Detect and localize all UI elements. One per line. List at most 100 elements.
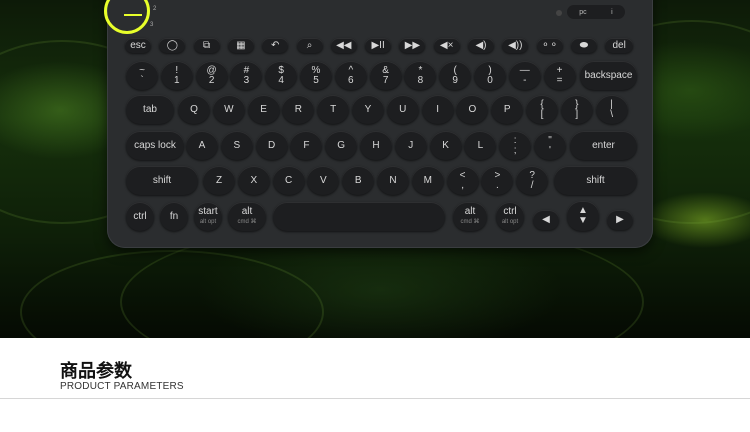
key-label: M <box>423 174 432 186</box>
key-label: I <box>436 103 439 115</box>
key: S <box>220 131 253 160</box>
key <box>273 202 445 231</box>
key-label: + <box>556 64 563 76</box>
key-label: | <box>610 98 613 110</box>
key: B <box>342 166 375 195</box>
key: $4 <box>265 61 298 90</box>
divider <box>0 398 750 399</box>
key-label: backspace <box>584 69 633 81</box>
key-sublabel: cmd ⌘ <box>237 218 257 225</box>
key-label: * <box>418 64 423 76</box>
key-label: ( <box>453 64 457 76</box>
key-label: > <box>494 169 501 181</box>
key-label: ctrl <box>133 210 147 222</box>
key-label: alt <box>241 205 253 217</box>
switch-label-pc: pc <box>579 8 587 16</box>
key-label: ◀◀ <box>336 39 352 51</box>
key: ◀ <box>533 210 559 230</box>
key-label: W <box>224 103 234 115</box>
key: — - <box>508 61 541 90</box>
key-label: Z <box>215 174 223 186</box>
key-label: ? <box>529 169 535 181</box>
key-sublabel: [ <box>540 108 544 120</box>
key-label: start <box>198 205 218 217</box>
key-label: R <box>294 103 302 115</box>
key-sublabel: 0 <box>487 74 493 86</box>
key: G <box>325 131 358 160</box>
key: ▲ ▼ <box>567 201 599 231</box>
key-label: X <box>250 174 258 186</box>
key: J <box>394 131 427 160</box>
key-label: O <box>468 103 477 115</box>
key-sublabel: \ <box>610 108 613 120</box>
key-sublabel: alt opt <box>501 218 519 225</box>
key-label: K <box>442 139 449 151</box>
key: ! 1 <box>160 61 193 90</box>
key: ◯ <box>159 38 186 53</box>
key-label: — <box>519 64 530 76</box>
key-label: ⚬⚬ <box>541 39 558 51</box>
section-subtitle: PRODUCT PARAMETERS <box>60 381 184 392</box>
key: :; <box>499 131 532 160</box>
key-sublabel: 7 <box>382 74 389 86</box>
key: ◀× <box>433 38 460 53</box>
key-label: shift <box>586 174 605 186</box>
key-label: ▶▶ <box>404 39 421 51</box>
key-sublabel: cmd ⌘ <box>460 218 480 225</box>
key: D <box>255 131 288 160</box>
key-label: J <box>408 139 414 151</box>
key: | \ <box>595 95 628 124</box>
key-label: ⬬ <box>579 39 589 51</box>
key-label: V <box>320 174 327 186</box>
key: + = <box>543 61 576 90</box>
key: ◀)) <box>502 38 529 53</box>
key-label: { <box>540 98 544 110</box>
key: " ' <box>534 131 566 160</box>
key: ⬬ <box>570 38 597 53</box>
key-sublabel: ` <box>140 74 144 86</box>
key: ▶II <box>365 38 392 53</box>
key-label: } <box>575 98 579 110</box>
key-sublabel: 2 <box>208 74 215 86</box>
key: ⌕ <box>296 38 323 53</box>
key: shift <box>126 166 198 195</box>
key: caps lock <box>126 131 184 160</box>
key: M <box>411 166 444 195</box>
key: % 5 <box>300 61 332 90</box>
key: H <box>360 131 392 160</box>
key-label: ◀× <box>439 39 454 51</box>
key-label: ⌕ <box>306 39 313 51</box>
key-label: Y <box>364 103 372 115</box>
key: ⚬⚬ <box>536 38 563 53</box>
key-label: E <box>260 103 267 115</box>
key-label: ^ <box>348 64 354 76</box>
key: E <box>247 95 280 124</box>
key-label: G <box>337 139 346 151</box>
key-label: del <box>612 39 626 51</box>
key-sublabel: / <box>530 179 534 191</box>
key: ? / <box>516 166 549 195</box>
key-label: ctrl <box>503 205 517 217</box>
key-label: F <box>303 139 310 151</box>
key-label: & <box>382 64 389 76</box>
key: T <box>317 95 350 124</box>
key-label: $ <box>278 64 284 76</box>
key: K <box>429 131 462 160</box>
key: W <box>212 95 245 124</box>
key-label: C <box>284 174 293 186</box>
key-sublabel: 1 <box>174 74 180 86</box>
key-sublabel: ; <box>513 144 517 156</box>
key: del <box>605 38 634 53</box>
key: ctrl alt opt <box>496 202 524 231</box>
key-sublabel: 6 <box>348 74 354 86</box>
key: ◀◀ <box>330 38 357 53</box>
callout-number: 2 <box>153 6 157 12</box>
key: alt cmd ⌘ <box>228 202 266 231</box>
key-sublabel: 8 <box>417 74 424 86</box>
key: I <box>421 95 454 124</box>
key-label: S <box>233 139 241 151</box>
key: ◀) <box>468 38 494 53</box>
key-sublabel: alt opt <box>199 218 217 225</box>
key-label: : <box>513 134 517 146</box>
key-label: < <box>459 169 466 181</box>
